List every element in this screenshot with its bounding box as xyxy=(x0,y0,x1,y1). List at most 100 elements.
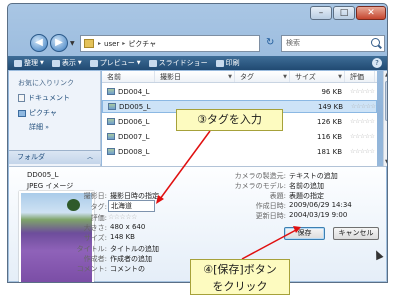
breadcrumb-separator-icon[interactable]: ▸ xyxy=(98,40,101,47)
preview-icon xyxy=(89,59,98,67)
breadcrumb-user[interactable]: user xyxy=(104,40,119,48)
comment-value[interactable]: コメントの xyxy=(110,264,145,274)
file-name: DD004_L xyxy=(118,87,150,96)
image-file-icon xyxy=(107,88,115,95)
views-icon xyxy=(51,59,60,67)
column-header-size[interactable]: サイズ ▼ xyxy=(290,71,345,82)
minimize-button[interactable]: – xyxy=(310,6,332,20)
tag-input[interactable]: 北海道 xyxy=(108,200,155,212)
pictures-icon xyxy=(18,109,26,117)
camera-maker-field: カメラの製造元: テキストの追加 xyxy=(234,171,338,181)
help-icon[interactable]: ? xyxy=(372,58,382,68)
created-field: 作成日時: 2009/06/29 14:34 xyxy=(255,201,352,210)
sidebar-item-pictures[interactable]: ピクチャ xyxy=(9,103,100,118)
print-button[interactable]: 印刷 xyxy=(215,58,240,68)
title-field: タイトル: タイトルの追加 xyxy=(76,244,159,254)
column-header-row: 名前 撮影日 ▼ タグ ▼ サイズ ▼ 評価 xyxy=(102,71,377,83)
rating-stars[interactable]: ☆☆☆☆☆ xyxy=(351,103,376,110)
sidebar-item-documents[interactable]: ドキュメント xyxy=(9,88,100,103)
organize-icon xyxy=(14,59,22,67)
document-icon xyxy=(18,94,25,102)
cancel-button[interactable]: キャンセル xyxy=(333,227,379,240)
chevron-down-icon[interactable]: ▼ xyxy=(283,71,287,83)
chevron-right-icon: » xyxy=(45,124,49,131)
file-name: DD007_L xyxy=(118,132,150,141)
size-field: サイズ: 148 KB xyxy=(83,233,135,242)
image-file-icon xyxy=(108,103,116,110)
dimensions-field: 大きさ: 480 x 640 xyxy=(83,223,146,232)
image-file-icon xyxy=(107,133,115,140)
sidebar-item-more[interactable]: 詳細 » xyxy=(9,118,100,132)
details-file-name: DD005_L xyxy=(27,171,59,179)
views-button[interactable]: 表示 ▼ xyxy=(51,58,82,68)
back-button[interactable]: ◀ xyxy=(30,34,48,52)
file-name: DD005_L xyxy=(119,102,151,111)
search-placeholder: 検索 xyxy=(286,39,300,47)
callout-save-line1: ④[保存]ボタン xyxy=(203,263,277,276)
folder-icon xyxy=(84,39,94,48)
scroll-down-icon[interactable]: ▼ xyxy=(385,159,387,165)
rating-stars[interactable]: ☆☆☆☆☆ xyxy=(350,148,375,155)
rating-stars[interactable]: ☆☆☆☆☆ xyxy=(350,133,375,140)
column-header-tags[interactable]: タグ ▼ xyxy=(235,71,290,82)
column-header-date-taken[interactable]: 撮影日 ▼ xyxy=(155,71,235,82)
image-file-icon xyxy=(107,148,115,155)
file-size: 126 KB xyxy=(317,117,342,126)
column-header-name[interactable]: 名前 xyxy=(102,71,155,82)
close-button[interactable]: ✕ xyxy=(356,6,386,20)
subject-value[interactable]: 表題の指定 xyxy=(289,191,324,201)
title-value[interactable]: タイトルの追加 xyxy=(110,244,159,254)
command-toolbar: 整理 ▼ 表示 ▼ プレビュー ▼ スライドショー 印刷 ? xyxy=(8,56,387,70)
print-icon xyxy=(215,59,224,67)
organize-button[interactable]: 整理 ▼ xyxy=(14,58,44,68)
forward-button[interactable]: ▶ xyxy=(50,34,68,52)
image-file-icon xyxy=(107,118,115,125)
chevron-down-icon[interactable]: ▼ xyxy=(228,71,232,83)
comment-field: コメント: コメントの xyxy=(76,264,145,274)
recent-pages-chevron-icon[interactable]: ▼ xyxy=(70,40,75,47)
favorite-links-heading: お気に入りリンク xyxy=(18,79,74,87)
preview-button[interactable]: プレビュー ▼ xyxy=(89,58,141,68)
table-row[interactable]: DD008_L 181 KB ☆☆☆☆☆ xyxy=(102,145,377,158)
file-size: 181 KB xyxy=(317,147,342,156)
vertical-scrollbar[interactable]: ▲ ▼ xyxy=(383,71,387,166)
table-row[interactable]: DD004_L 96 KB ☆☆☆☆☆ xyxy=(102,85,377,98)
slideshow-icon xyxy=(148,59,157,67)
tag-label: タグ: xyxy=(90,203,107,211)
save-button[interactable]: 保存 xyxy=(284,227,325,240)
modified-field: 更新日時: 2004/03/19 9:00 xyxy=(255,211,348,220)
address-row: ◀ ▶ ▼ ▸ user ▸ ピクチャ ↻ 検索 xyxy=(8,32,387,56)
explorer-window: – □ ✕ ◀ ▶ ▼ ▸ user ▸ ピクチャ ↻ 検索 整理 ▼ 表示 ▼ プ… xyxy=(7,3,388,283)
author-field: 作成者: 作成者の追加 xyxy=(83,254,152,264)
author-value[interactable]: 作成者の追加 xyxy=(110,254,152,264)
file-name: DD006_L xyxy=(118,117,150,126)
title-bar: – □ ✕ xyxy=(8,4,387,32)
column-header-rating[interactable]: 評価 xyxy=(345,71,375,82)
chevron-down-icon[interactable]: ▼ xyxy=(338,71,342,83)
scrollbar-thumb[interactable] xyxy=(385,81,387,121)
callout-enter-tag: ③タグを入力 xyxy=(176,109,283,131)
rating-stars[interactable]: ☆☆☆☆☆ xyxy=(350,88,375,95)
details-file-type: JPEG イメージ xyxy=(27,182,74,190)
file-name: DD008_L xyxy=(118,147,150,156)
callout-save-line2: をクリック xyxy=(212,280,268,293)
slideshow-button[interactable]: スライドショー xyxy=(148,58,208,68)
address-bar[interactable]: ▸ user ▸ ピクチャ xyxy=(80,35,260,52)
maximize-button[interactable]: □ xyxy=(333,6,355,20)
file-size: 149 KB xyxy=(318,102,343,111)
table-row[interactable]: DD007_L 116 KB ☆☆☆☆☆ xyxy=(102,130,377,143)
camera-model-value[interactable]: 名前の追加 xyxy=(289,181,324,191)
search-icon[interactable] xyxy=(371,38,380,47)
camera-maker-value[interactable]: テキストの追加 xyxy=(289,171,338,181)
refresh-icon[interactable]: ↻ xyxy=(266,37,280,51)
rating-stars[interactable]: ☆☆☆☆☆ xyxy=(108,213,137,221)
file-size: 96 KB xyxy=(321,87,342,96)
rating-label: 評価: xyxy=(90,214,107,222)
breadcrumb-pictures[interactable]: ピクチャ xyxy=(128,39,156,49)
scroll-up-icon[interactable]: ▲ xyxy=(385,72,387,78)
folders-toggle[interactable]: フォルダ ︿ xyxy=(9,150,101,164)
rating-stars[interactable]: ☆☆☆☆☆ xyxy=(350,118,375,125)
search-input[interactable]: 検索 xyxy=(281,35,385,52)
breadcrumb-separator-icon[interactable]: ▸ xyxy=(122,40,125,47)
file-size: 116 KB xyxy=(317,132,342,141)
